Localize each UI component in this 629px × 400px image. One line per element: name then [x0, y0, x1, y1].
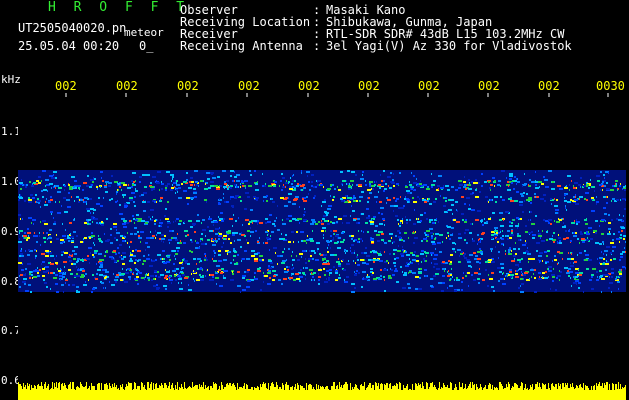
app-title: H R O F F T [48, 0, 190, 15]
spectrogram-canvas [18, 93, 626, 400]
detection-counter: 0_ [139, 39, 154, 53]
spectrogram-noise-layer [18, 170, 626, 293]
time-tick-label: 002 [358, 79, 380, 93]
time-tick-marks [65, 93, 609, 97]
time-tick-label: 002 [116, 79, 138, 93]
file-name: UT2505040020.pn [18, 21, 127, 35]
antenna-label: Receiving Antenna [180, 39, 303, 53]
time-tick-label: 002 [177, 79, 199, 93]
detection-type-label: meteor [124, 26, 164, 39]
observation-datetime: 25.05.04 00:20 [18, 39, 120, 53]
frequency-unit-label: kHz [1, 73, 21, 86]
time-tick-label: 002 [478, 79, 500, 93]
time-tick-label: 002 [238, 79, 260, 93]
time-tick-label: 002 [55, 79, 77, 93]
audio-level-trace [18, 382, 626, 400]
spectrogram-plot [18, 93, 626, 400]
time-tick-label: 002 [298, 79, 320, 93]
time-tick-label: 0030 [596, 79, 625, 93]
antenna-value: 3el Yagi(V) Az 330 for Vladivostok [326, 39, 572, 53]
antenna-separator: : [313, 39, 321, 53]
hrofft-screen: H R O F F T UT2505040020.pn meteor 25.05… [0, 0, 629, 400]
time-tick-label: 002 [418, 79, 440, 93]
time-tick-label: 002 [538, 79, 560, 93]
